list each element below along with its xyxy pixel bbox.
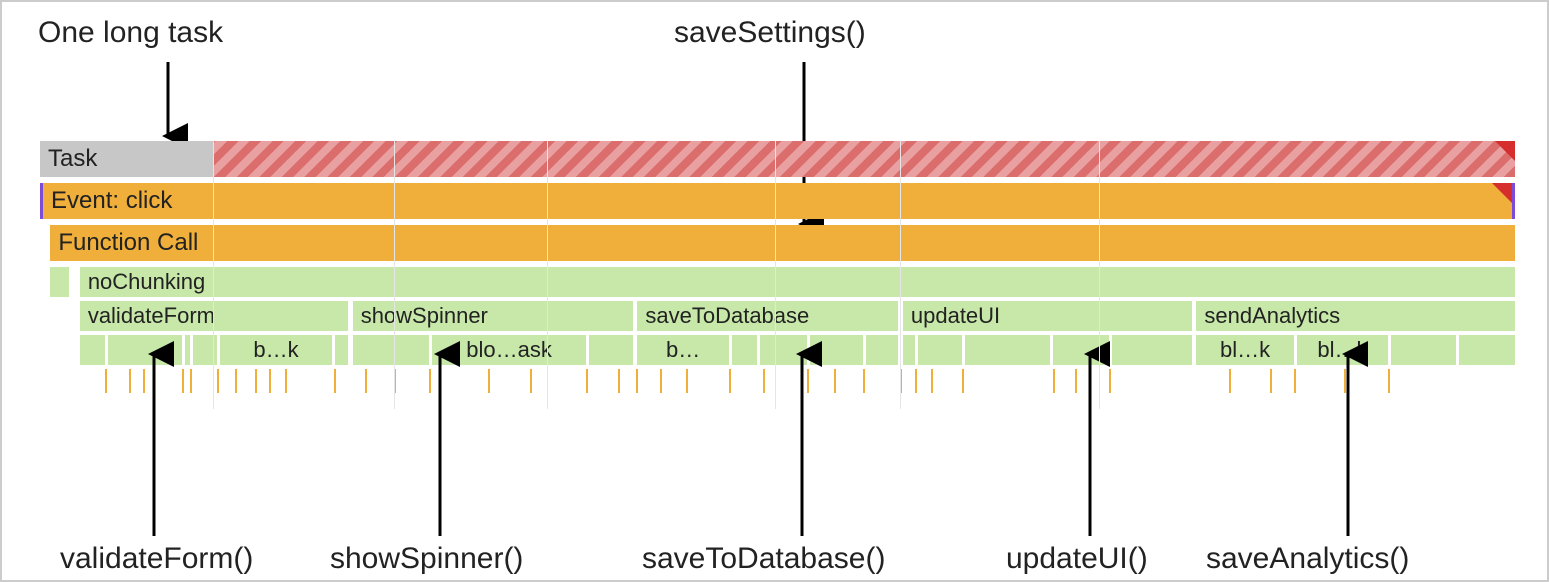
block-segment — [918, 335, 962, 365]
arrow-up-icon — [782, 336, 822, 536]
block-segment — [1112, 335, 1192, 365]
tick-mark — [660, 369, 662, 393]
tick-mark — [217, 369, 219, 393]
block-segment — [335, 335, 348, 365]
tick-mark — [763, 369, 765, 393]
tick-mark — [863, 369, 865, 393]
tick-mark — [834, 369, 836, 393]
block-segment — [1459, 335, 1515, 365]
function-segment: updateUI — [903, 301, 1192, 331]
block-segment — [732, 335, 757, 365]
tick-mark — [1388, 369, 1390, 393]
tick-mark — [488, 369, 490, 393]
tick-mark — [255, 369, 257, 393]
nochunking-label: noChunking — [88, 269, 205, 294]
annotation-update-ui: updateUI() — [1006, 542, 1148, 576]
annotation-one-long-task: One long task — [38, 16, 223, 50]
tick-mark — [586, 369, 588, 393]
function-segment: sendAnalytics — [1196, 301, 1515, 331]
tick-mark — [129, 369, 131, 393]
flame-chart: Task Event: click Function Call noChunki… — [40, 141, 1515, 409]
tick-mark — [1229, 369, 1231, 393]
annotation-save-analytics: saveAnalytics() — [1206, 542, 1409, 576]
block-segment — [353, 335, 430, 365]
annotation-validate-form: validateForm() — [60, 542, 253, 576]
tick-mark — [530, 369, 532, 393]
annotation-save-to-database: saveToDatabase() — [642, 542, 885, 576]
arrow-up-icon — [1070, 336, 1110, 536]
nochunking-pre-bar — [50, 267, 69, 297]
function-segment: validateForm — [80, 301, 348, 331]
tick-mark — [729, 369, 731, 393]
event-click-bar: Event: click — [40, 183, 1515, 219]
tick-mark — [285, 369, 287, 393]
diagram-frame: One long task saveSettings() Task Event:… — [0, 0, 1549, 582]
tick-mark — [900, 369, 902, 393]
tick-mark — [618, 369, 620, 393]
functions-row: validateFormshowSpinnersaveToDatabaseupd… — [40, 301, 1515, 331]
block-segment: bl…k — [1196, 335, 1293, 365]
arrow-up-icon — [134, 336, 174, 536]
tick-mark — [915, 369, 917, 393]
function-segment: saveToDatabase — [637, 301, 898, 331]
block-segment: b…k — [220, 335, 332, 365]
tick-mark — [334, 369, 336, 393]
tick-mark — [1053, 369, 1055, 393]
block-segment — [80, 335, 105, 365]
task-hashed-region — [213, 141, 1515, 177]
block-segment — [965, 335, 1051, 365]
task-bar: Task — [40, 141, 1515, 177]
tick-mark — [931, 369, 933, 393]
nochunking-bar: noChunking — [80, 267, 1515, 297]
task-label: Task — [48, 145, 97, 172]
block-segment — [589, 335, 633, 365]
arrow-up-icon — [420, 336, 460, 536]
tick-mark — [686, 369, 688, 393]
tick-mark — [962, 369, 964, 393]
arrow-up-icon — [1328, 336, 1368, 536]
tick-mark — [235, 369, 237, 393]
annotation-save-settings: saveSettings() — [674, 16, 866, 50]
tick-mark — [365, 369, 367, 393]
block-segment — [193, 335, 217, 365]
event-label: Event: click — [51, 187, 172, 214]
function-call-bar: Function Call — [50, 225, 1515, 261]
function-call-label: Function Call — [58, 229, 198, 256]
block-segment: b… — [637, 335, 728, 365]
annotation-show-spinner: showSpinner() — [330, 542, 523, 576]
tick-mark — [269, 369, 271, 393]
block-segment — [185, 335, 191, 365]
ticks-row — [40, 369, 1515, 409]
block-segment — [903, 335, 915, 365]
tick-mark — [394, 369, 396, 393]
tick-mark — [190, 369, 192, 393]
tick-mark — [105, 369, 107, 393]
block-segment — [866, 335, 898, 365]
tick-mark — [1294, 369, 1296, 393]
blocks-row: b…kblo…askb…bl…kbl…k — [40, 335, 1515, 365]
block-segment — [1391, 335, 1456, 365]
nochunking-row: noChunking — [40, 267, 1515, 297]
tick-mark — [1270, 369, 1272, 393]
function-segment: showSpinner — [353, 301, 633, 331]
tick-mark — [636, 369, 638, 393]
tick-mark — [182, 369, 184, 393]
